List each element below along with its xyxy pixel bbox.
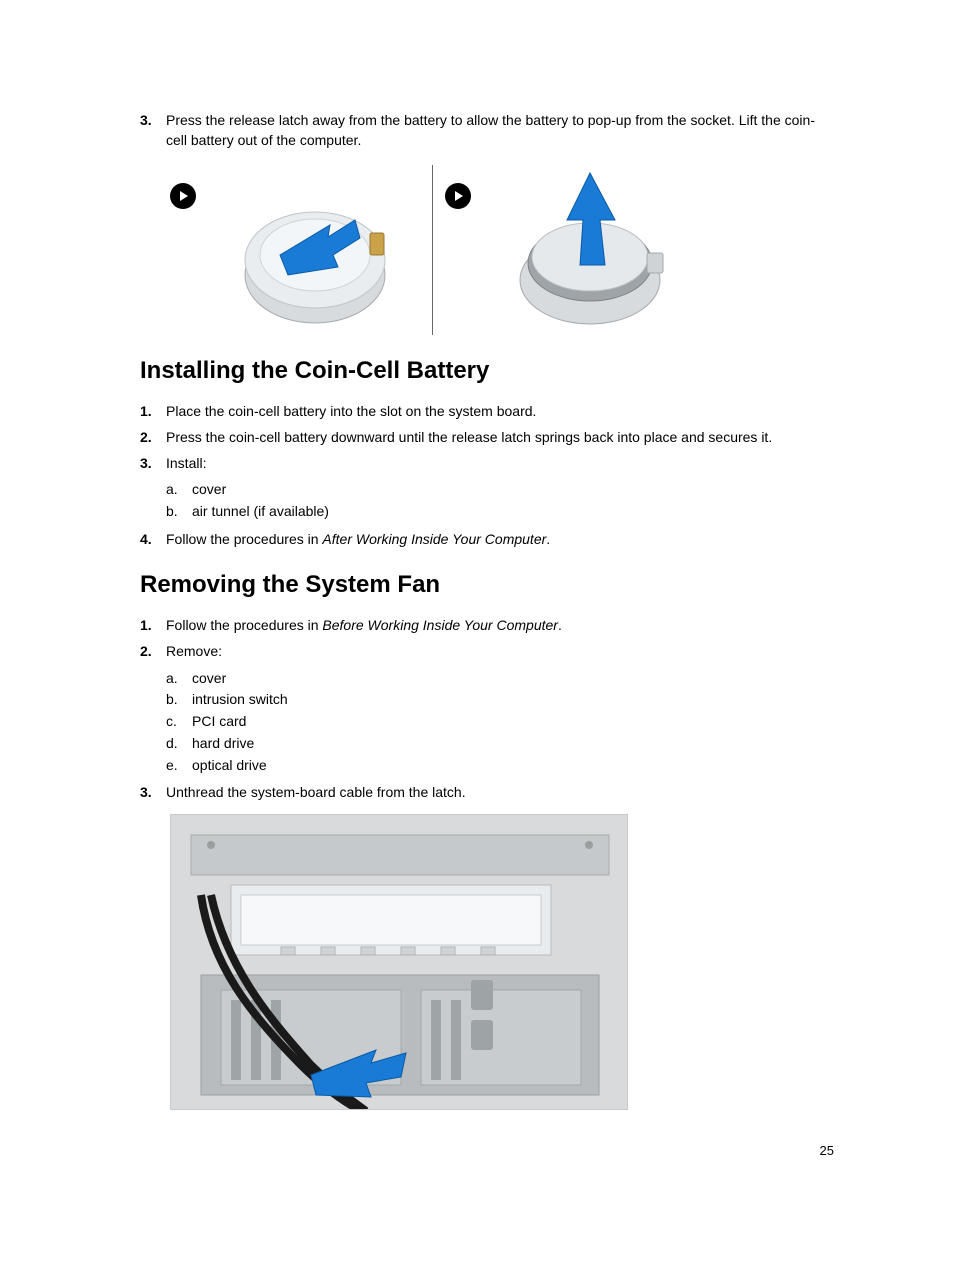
sub-text: PCI card bbox=[192, 711, 246, 733]
remove-step-2: 2. Remove: bbox=[140, 641, 834, 661]
heading-install-coin-cell: Installing the Coin-Cell Battery bbox=[140, 357, 834, 385]
step-number: 1. bbox=[140, 401, 166, 421]
text-italic: After Working Inside Your Computer bbox=[322, 531, 546, 547]
sub-letter: c. bbox=[166, 711, 192, 733]
sub-text: hard drive bbox=[192, 733, 254, 755]
sub-letter: a. bbox=[166, 668, 192, 690]
install-step-3: 3. Install: bbox=[140, 453, 834, 473]
figure-battery-side bbox=[210, 165, 420, 335]
sub-item-b: b. air tunnel (if available) bbox=[166, 501, 834, 523]
sub-text: optical drive bbox=[192, 755, 267, 777]
remove-step-2-sublist: a. cover b. intrusion switch c. PCI card… bbox=[166, 668, 834, 776]
sub-letter: d. bbox=[166, 733, 192, 755]
document-page: 3. Press the release latch away from the… bbox=[0, 0, 954, 1268]
install-step-4: 4. Follow the procedures in After Workin… bbox=[140, 529, 834, 549]
step-text: Install: bbox=[166, 453, 834, 473]
figure-coin-cell-removal bbox=[170, 165, 834, 335]
step-text: Press the release latch away from the ba… bbox=[166, 110, 834, 151]
step-number: 2. bbox=[140, 427, 166, 447]
remove-step-3: 3. Unthread the system-board cable from … bbox=[140, 782, 834, 802]
text-suffix: . bbox=[558, 617, 562, 633]
text-prefix: Follow the procedures in bbox=[166, 531, 322, 547]
sub-letter: b. bbox=[166, 689, 192, 711]
step-number: 1. bbox=[140, 615, 166, 635]
figure-system-board-cable bbox=[170, 814, 628, 1110]
step-number: 3. bbox=[140, 453, 166, 473]
step-text: Follow the procedures in After Working I… bbox=[166, 529, 834, 549]
step-number: 3. bbox=[140, 782, 166, 802]
install-step-2: 2. Press the coin-cell battery downward … bbox=[140, 427, 834, 447]
sub-text: air tunnel (if available) bbox=[192, 501, 329, 523]
sub-letter: a. bbox=[166, 479, 192, 501]
install-step-3-sublist: a. cover b. air tunnel (if available) bbox=[166, 479, 834, 522]
step-number: 3. bbox=[140, 110, 166, 151]
text-suffix: . bbox=[546, 531, 550, 547]
sub-item-a: a. cover bbox=[166, 479, 834, 501]
step-text: Place the coin-cell battery into the slo… bbox=[166, 401, 834, 421]
sub-text: cover bbox=[192, 668, 226, 690]
sub-item-b: b. intrusion switch bbox=[166, 689, 834, 711]
step-text: Follow the procedures in Before Working … bbox=[166, 615, 834, 635]
sub-item-a: a. cover bbox=[166, 668, 834, 690]
step-3: 3. Press the release latch away from the… bbox=[140, 110, 834, 151]
sub-item-e: e. optical drive bbox=[166, 755, 834, 777]
page-number: 25 bbox=[820, 1143, 834, 1158]
step-text: Unthread the system-board cable from the… bbox=[166, 782, 834, 802]
sub-item-d: d. hard drive bbox=[166, 733, 834, 755]
heading-remove-system-fan: Removing the System Fan bbox=[140, 571, 834, 599]
play-icon bbox=[445, 183, 471, 209]
remove-step-1: 1. Follow the procedures in Before Worki… bbox=[140, 615, 834, 635]
step-number: 4. bbox=[140, 529, 166, 549]
text-prefix: Follow the procedures in bbox=[166, 617, 322, 633]
sub-text: cover bbox=[192, 479, 226, 501]
sub-letter: b. bbox=[166, 501, 192, 523]
figure-battery-lift bbox=[485, 165, 695, 335]
sub-letter: e. bbox=[166, 755, 192, 777]
sub-text: intrusion switch bbox=[192, 689, 288, 711]
text-italic: Before Working Inside Your Computer bbox=[322, 617, 558, 633]
figure-divider bbox=[432, 165, 433, 335]
install-step-1: 1. Place the coin-cell battery into the … bbox=[140, 401, 834, 421]
step-text: Press the coin-cell battery downward unt… bbox=[166, 427, 834, 447]
step-number: 2. bbox=[140, 641, 166, 661]
sub-item-c: c. PCI card bbox=[166, 711, 834, 733]
play-icon bbox=[170, 183, 196, 209]
step-text: Remove: bbox=[166, 641, 834, 661]
